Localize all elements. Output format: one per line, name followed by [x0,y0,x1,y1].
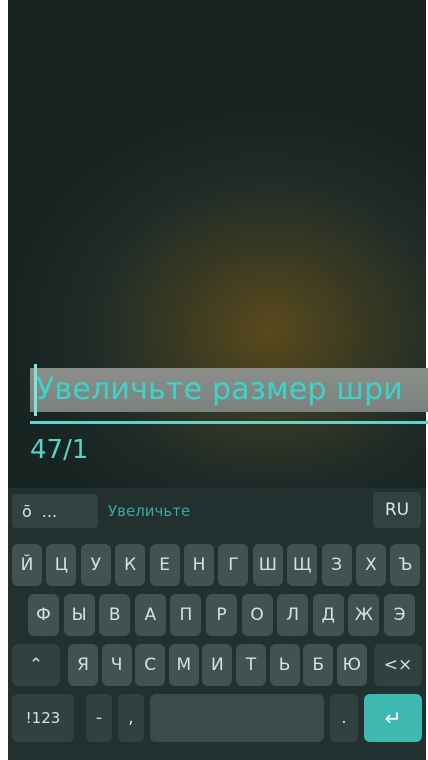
space-key[interactable] [150,694,324,742]
text-field-underline [30,421,428,424]
key-и[interactable]: И [202,644,233,686]
key-п[interactable]: П [170,594,202,636]
backspace-key[interactable]: <× [374,644,422,686]
key-т[interactable]: Т [236,644,266,686]
key-а[interactable]: А [134,594,166,636]
key-у[interactable]: У [80,544,111,586]
key-э[interactable]: Э [384,594,415,636]
key-ь[interactable]: Ь [269,644,300,686]
shift-icon: ⌃ [28,655,44,675]
key-ъ[interactable]: Ъ [390,544,421,586]
key-е[interactable]: Е [149,544,180,586]
font-size-text-field[interactable]: Увеличьте размер шри [30,362,428,422]
key-ч[interactable]: Ч [101,644,132,686]
key-в[interactable]: В [99,594,131,636]
clipboard-suggestion-button[interactable]: ō ... [12,494,98,528]
key-л[interactable]: Л [277,594,309,636]
comma-key[interactable]: , [118,694,144,742]
key-б[interactable]: Б [303,644,334,686]
word-suggestion[interactable]: Увеличьте [108,502,190,520]
enter-icon: ↵ [384,706,402,730]
key-н[interactable]: Н [184,544,214,586]
key-ц[interactable]: Ц [46,544,77,586]
key-ш[interactable]: Ш [252,544,283,586]
character-counter: 47/1 [30,435,89,465]
key-ж[interactable]: Ж [348,594,380,636]
language-switch-button[interactable]: RU [373,492,421,528]
period-key[interactable]: . [330,694,358,742]
suggestion-bar: ō ... Увеличьте RU [8,488,426,532]
key-х[interactable]: Х [356,544,386,586]
numbers-key[interactable]: !123 [12,694,74,742]
key-ы[interactable]: Ы [63,594,95,636]
key-щ[interactable]: Щ [287,544,318,586]
key-о[interactable]: О [241,594,273,636]
clipboard-icon: ō [22,501,32,521]
text-field-value: Увеличьте размер шри [36,372,404,407]
enter-key[interactable]: ↵ [364,694,422,742]
backspace-icon: <× [383,655,413,675]
suggestion-more-label: ... [41,501,58,521]
key-м[interactable]: М [168,644,199,686]
key-д[interactable]: Д [312,594,344,636]
on-screen-keyboard: ō ... Увеличьте RU ЙЦУКЕНГШЩЗХЪ ФЫВАПРОЛ… [8,488,426,760]
key-й[interactable]: Й [12,544,42,586]
key-ф[interactable]: Ф [28,594,59,636]
key-с[interactable]: С [135,644,166,686]
key-я[interactable]: Я [68,644,98,686]
dash-key[interactable]: - [86,694,112,742]
shift-key[interactable]: ⌃ [12,644,60,686]
left-frame-edge [0,0,8,760]
key-з[interactable]: З [321,544,352,586]
key-г[interactable]: Г [218,544,249,586]
key-к[interactable]: К [115,544,146,586]
key-ю[interactable]: Ю [336,644,367,686]
key-р[interactable]: Р [206,594,237,636]
